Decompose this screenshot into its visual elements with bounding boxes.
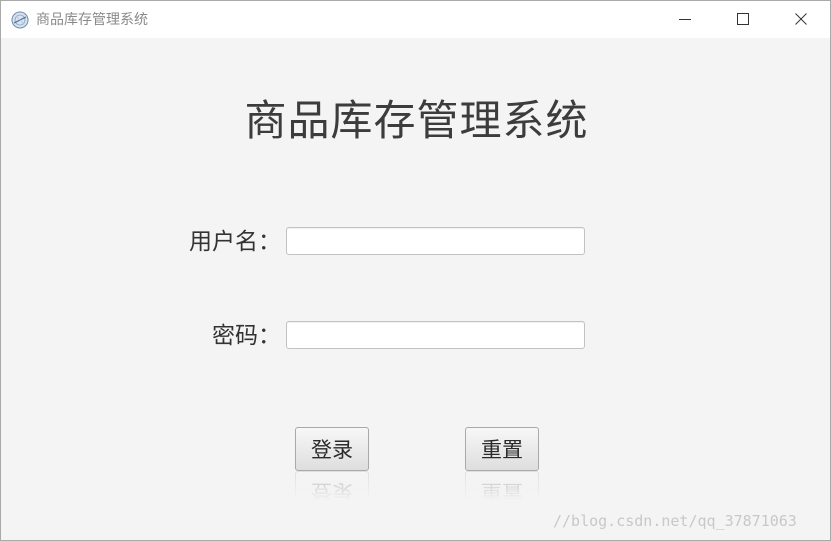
reset-button-reflection-label: 重置 <box>465 471 539 501</box>
reset-button[interactable]: 重置 <box>465 427 539 471</box>
title-bar[interactable]: 商品库存管理系统 <box>1 1 830 38</box>
page-title: 商品库存管理系统 <box>244 96 589 145</box>
login-panel: 商品库存管理系统 用户名： 密码： 登录 重置 登录 重置 //blog.csd… <box>1 38 830 540</box>
app-window: 商品库存管理系统 商品库存管理系统 用户名： 密码： 登录 重置 登录 重置 /… <box>0 0 831 541</box>
maximize-icon <box>737 10 749 29</box>
login-button-reflection-label: 登录 <box>295 471 369 501</box>
close-button[interactable] <box>772 1 830 38</box>
password-label: 密码： <box>212 323 281 349</box>
minimize-button[interactable] <box>656 1 714 38</box>
window-title: 商品库存管理系统 <box>36 12 148 28</box>
maximize-button[interactable] <box>714 1 772 38</box>
watermark-text: //blog.csdn.net/qq_37871063 <box>553 512 797 530</box>
username-label: 用户名： <box>189 229 281 255</box>
app-logo-icon <box>11 11 29 29</box>
close-icon <box>795 10 807 29</box>
reset-button-reflection: 重置 <box>465 471 539 501</box>
login-button-reflection: 登录 <box>295 471 369 501</box>
login-button[interactable]: 登录 <box>295 427 369 471</box>
username-field[interactable] <box>286 227 585 255</box>
minimize-icon <box>679 10 691 29</box>
password-field[interactable] <box>286 321 585 349</box>
